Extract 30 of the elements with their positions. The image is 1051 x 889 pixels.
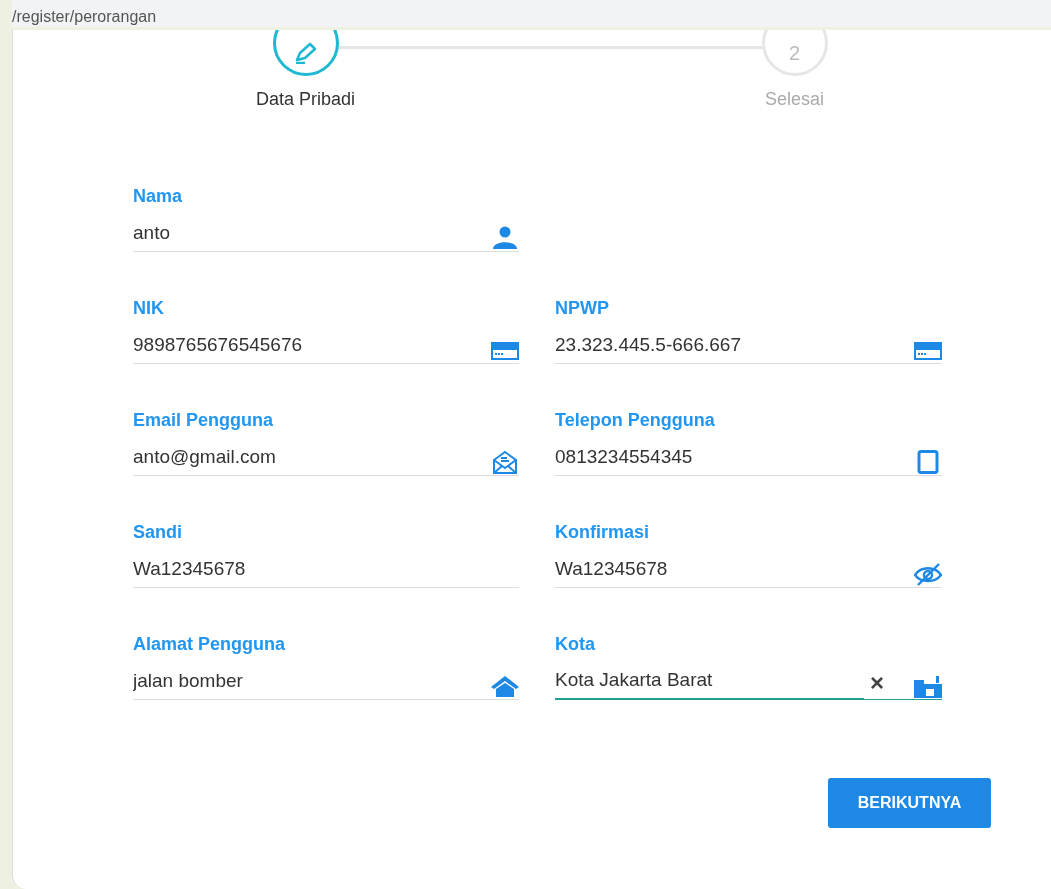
field-label: Alamat Pengguna [133,633,287,656]
url-text: /register/perorangan [12,8,157,26]
input-field[interactable]: jalan bomber [133,667,491,699]
field-label: Email Pengguna [133,409,275,432]
field-label: NIK [133,297,165,320]
house-icon [491,674,519,698]
input-field[interactable]: 0813234554345 [555,443,914,475]
input-field[interactable]: Wa12345678 [133,555,519,587]
step-number: 2 [788,41,801,66]
step-label: Data Pribadi [255,88,356,111]
input-field[interactable]: Wa12345678 [555,555,914,587]
clear-button[interactable]: × [864,671,890,695]
field-label: Sandi [133,521,183,544]
input-field[interactable]: anto [133,219,491,251]
input-field[interactable]: 9898765676545676 [133,331,491,363]
field-label: NPWP [555,297,610,320]
envelope-icon [491,450,519,474]
input-field[interactable]: anto@gmail.com [133,443,491,475]
field-label: Telepon Pengguna [555,409,716,432]
field-label: Konfirmasi [555,521,651,544]
tablet-icon [914,450,942,474]
next-button[interactable]: BERIKUTNYA [828,778,991,828]
step-label: Selesai [764,88,824,111]
field-label: Nama [133,185,184,208]
building-icon [914,674,942,698]
eye-slash-icon [914,562,942,586]
field-label: Kota [555,633,596,656]
person-icon [491,226,519,250]
input-field[interactable]: 23.323.445.5-666.667 [555,331,914,363]
input-field[interactable]: Kota Jakarta Barat [555,667,864,699]
